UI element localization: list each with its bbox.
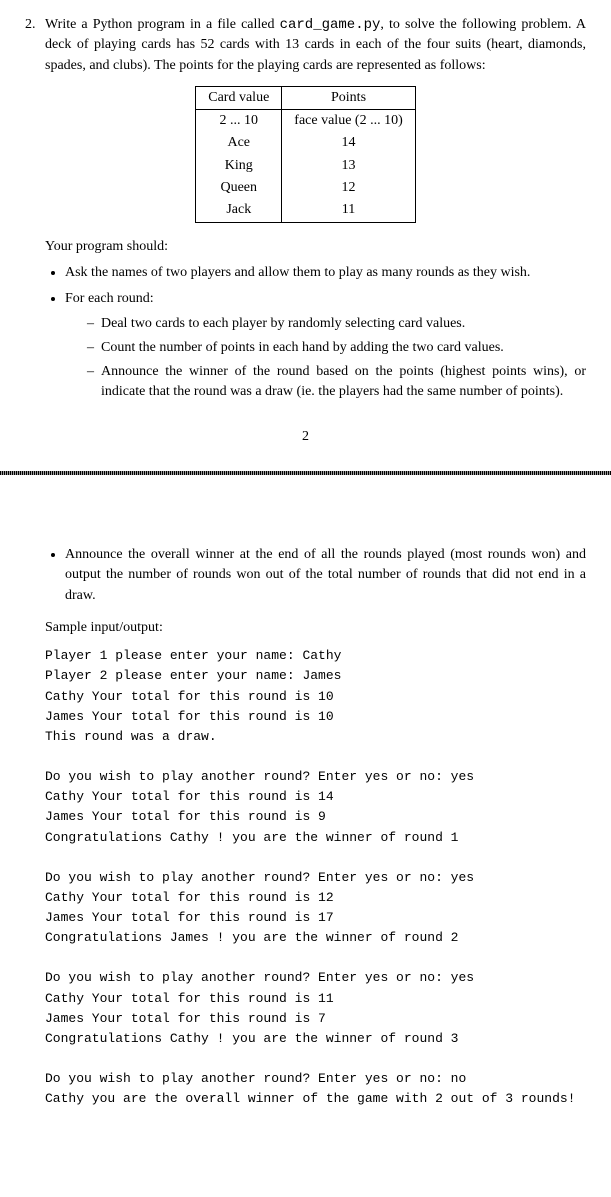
table-row: 2 ... 10 face value (2 ... 10) (196, 110, 415, 133)
table-header-value: Card value (196, 86, 282, 109)
card-value: Ace (196, 132, 282, 154)
table-header-points: Points (282, 86, 415, 109)
problem-intro: Write a Python program in a file called … (45, 15, 586, 76)
table-row: King 13 (196, 155, 415, 177)
table-row: Jack 11 (196, 199, 415, 222)
intro-pre: Write a Python program in a file called (45, 17, 280, 32)
requirements-list: Ask the names of two players and allow t… (65, 263, 586, 403)
card-points: 14 (282, 132, 415, 154)
list-item: For each round: Deal two cards to each p… (65, 289, 586, 402)
card-value: Jack (196, 199, 282, 222)
card-value: Queen (196, 177, 282, 199)
list-item: Ask the names of two players and allow t… (65, 263, 586, 283)
requirements-list-cont: Announce the overall winner at the end o… (65, 545, 586, 606)
table-row: Ace 14 (196, 132, 415, 154)
card-points: 12 (282, 177, 415, 199)
sample-label: Sample input/output: (45, 618, 586, 638)
card-points: face value (2 ... 10) (282, 110, 415, 133)
list-item: Deal two cards to each player by randoml… (87, 314, 586, 334)
sub-list: Deal two cards to each player by randoml… (87, 314, 586, 403)
page-number: 2 (25, 427, 586, 447)
table-row: Queen 12 (196, 177, 415, 199)
list-item: Announce the overall winner at the end o… (65, 545, 586, 606)
card-points: 11 (282, 199, 415, 222)
list-item: Announce the winner of the round based o… (87, 362, 586, 403)
card-points: 13 (282, 155, 415, 177)
card-value: 2 ... 10 (196, 110, 282, 133)
requirements-intro: Your program should: (45, 237, 586, 257)
page-separator (0, 471, 611, 475)
sample-output: Player 1 please enter your name: Cathy P… (45, 646, 586, 1109)
card-value: King (196, 155, 282, 177)
points-table: Card value Points 2 ... 10 face value (2… (195, 86, 415, 223)
list-item-text: For each round: (65, 291, 154, 306)
problem-number: 2. (25, 15, 45, 35)
list-item: Count the number of points in each hand … (87, 338, 586, 358)
filename: card_game.py (280, 17, 381, 33)
